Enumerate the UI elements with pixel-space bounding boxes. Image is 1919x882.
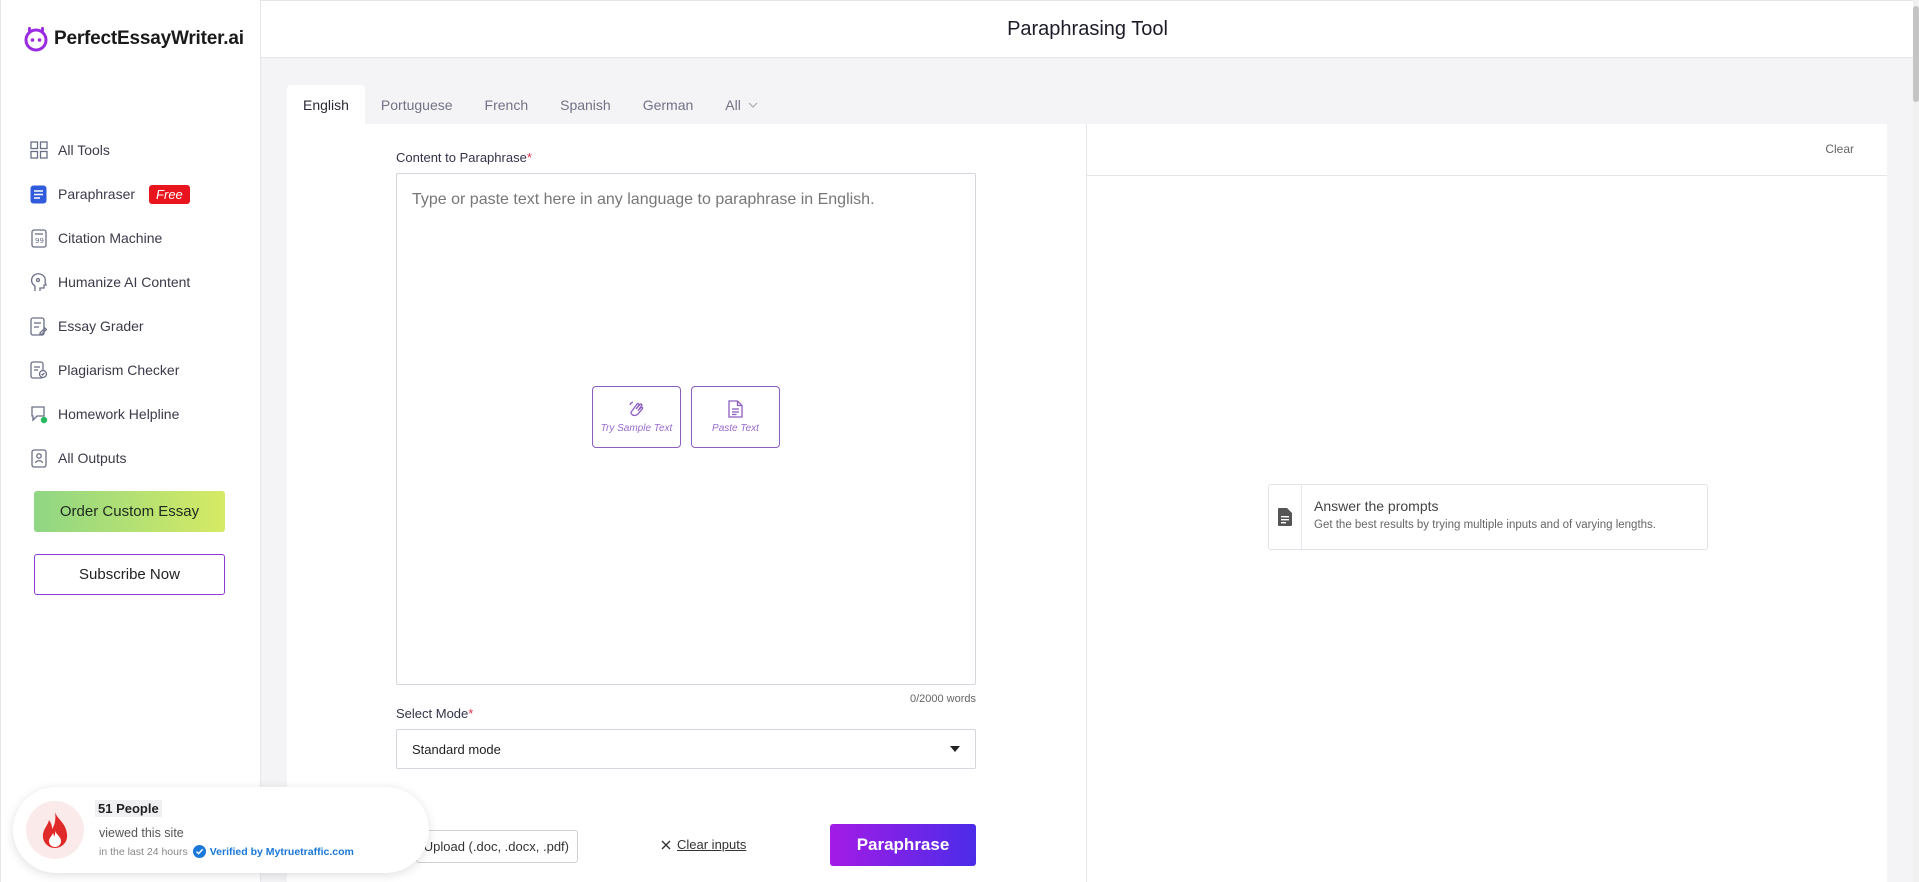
- sidebar-nav: All Tools Paraphraser Free 99 Citation M…: [29, 128, 249, 480]
- tab-french[interactable]: French: [469, 85, 545, 125]
- output-toolbar: Clear: [1087, 124, 1887, 176]
- grid-icon: [29, 141, 48, 160]
- fire-icon: [42, 812, 68, 848]
- sidebar-item-label: Humanize AI Content: [58, 274, 191, 290]
- order-custom-essay-button[interactable]: Order Custom Essay: [34, 491, 225, 532]
- page-scrollbar[interactable]: [1913, 0, 1919, 882]
- sidebar-item-label: All Outputs: [58, 450, 127, 466]
- mode-select[interactable]: Standard mode: [396, 729, 976, 769]
- panel-divider: [1086, 124, 1087, 882]
- clear-inputs-button[interactable]: Clear inputs: [661, 837, 746, 852]
- tab-spanish[interactable]: Spanish: [544, 85, 627, 125]
- required-mark: *: [526, 150, 532, 165]
- sidebar-item-all-tools[interactable]: All Tools: [29, 128, 249, 172]
- content-label-text: Content to Paraphrase: [396, 150, 527, 165]
- chat-icon: [29, 405, 48, 424]
- proof-line2: viewed this site: [99, 826, 184, 840]
- proof-timeframe: in the last 24 hours: [99, 845, 188, 858]
- logo-text: PerfectEssayWriter.ai: [54, 28, 244, 49]
- sidebar-item-label: Essay Grader: [58, 318, 144, 334]
- sidebar-item-plagiarism-checker[interactable]: Plagiarism Checker: [29, 348, 249, 392]
- paste-text-label: Paste Text: [712, 423, 759, 434]
- mode-label-text: Select Mode: [396, 706, 469, 721]
- try-sample-text-button[interactable]: Try Sample Text: [592, 386, 681, 448]
- word-count: 0/2000 words: [909, 693, 976, 705]
- prompt-subtitle: Get the best results by trying multiple …: [1314, 519, 1656, 531]
- close-icon: [661, 840, 671, 849]
- try-sample-text-label: Try Sample Text: [600, 423, 673, 434]
- tab-all[interactable]: All: [709, 85, 774, 125]
- robot-logo-icon: [24, 27, 48, 52]
- tab-german[interactable]: German: [627, 85, 710, 125]
- paraphrase-panel: Content to Paraphrase* Try Sample Text P…: [287, 124, 1887, 882]
- verified-check-icon: [192, 845, 206, 858]
- content-label: Content to Paraphrase*: [396, 150, 532, 165]
- subscribe-now-button[interactable]: Subscribe Now: [34, 554, 225, 595]
- hand-wave-icon: [628, 401, 643, 417]
- grader-icon: [29, 316, 48, 336]
- sidebar-item-homework-helpline[interactable]: Homework Helpline: [29, 392, 249, 436]
- prompt-hint-card: Answer the prompts Get the best results …: [1268, 484, 1708, 550]
- tab-english[interactable]: English: [287, 85, 365, 125]
- required-mark: *: [468, 706, 474, 721]
- language-tabs: English Portuguese French Spanish German…: [287, 85, 774, 125]
- sidebar-item-humanize-ai-content[interactable]: Humanize AI Content: [29, 260, 249, 304]
- sidebar: PerfectEssayWriter.ai All Tools Paraphra…: [0, 0, 261, 882]
- upload-file-button[interactable]: Upload (.doc, .docx, .pdf): [416, 830, 578, 863]
- document-icon: [29, 185, 48, 204]
- plagiarism-icon: [29, 360, 48, 380]
- proof-icon-circle: [26, 801, 84, 859]
- sidebar-item-label: All Tools: [58, 142, 110, 158]
- humanize-icon: [29, 272, 48, 292]
- sidebar-item-all-outputs[interactable]: All Outputs: [29, 436, 249, 480]
- proof-line3: in the last 24 hours Verified by Mytruet…: [99, 845, 354, 858]
- caret-down-icon: [950, 746, 960, 752]
- svg-text:99: 99: [35, 237, 44, 245]
- sidebar-item-label: Paraphraser: [58, 186, 136, 202]
- clear-inputs-label: Clear inputs: [677, 837, 747, 852]
- sidebar-item-label: Plagiarism Checker: [58, 362, 180, 378]
- paste-text-button[interactable]: Paste Text: [691, 386, 780, 448]
- tab-portuguese[interactable]: Portuguese: [365, 85, 469, 125]
- mode-select-value: Standard mode: [412, 741, 501, 757]
- sidebar-item-label: Homework Helpline: [58, 406, 180, 422]
- sidebar-item-essay-grader[interactable]: Essay Grader: [29, 304, 249, 348]
- scrollbar-thumb[interactable]: [1913, 6, 1919, 102]
- sidebar-item-label: Citation Machine: [58, 230, 163, 246]
- proof-count: 51 People: [95, 800, 162, 817]
- citation-icon: 99: [29, 228, 48, 248]
- tab-all-label: All: [725, 97, 741, 113]
- prompt-title: Answer the prompts: [1314, 498, 1439, 514]
- outputs-icon: [29, 448, 48, 468]
- chevron-down-icon: [748, 102, 758, 108]
- sidebar-item-citation-machine[interactable]: 99 Citation Machine: [29, 216, 249, 260]
- prompt-text: Answer the prompts Get the best results …: [1302, 485, 1668, 549]
- sidebar-item-paraphraser[interactable]: Paraphraser Free: [29, 172, 249, 216]
- content-input[interactable]: [396, 173, 976, 685]
- document-icon: [1278, 508, 1292, 526]
- document-icon: [728, 400, 743, 418]
- clear-output-button[interactable]: Clear: [1825, 142, 1854, 156]
- paraphrase-button[interactable]: Paraphrase: [830, 824, 976, 866]
- prompt-icon-box: [1269, 485, 1302, 549]
- page-header: Paraphrasing Tool: [261, 0, 1914, 58]
- verified-label[interactable]: Verified by Mytruetraffic.com: [192, 845, 354, 858]
- page-title: Paraphrasing Tool: [1007, 17, 1168, 40]
- verified-text: Verified by Mytruetraffic.com: [209, 845, 354, 858]
- free-badge: Free: [149, 184, 190, 204]
- mode-label: Select Mode*: [396, 706, 473, 721]
- social-proof-popup[interactable]: 51 People viewed this site in the last 2…: [13, 787, 429, 873]
- logo[interactable]: PerfectEssayWriter.ai: [23, 26, 244, 52]
